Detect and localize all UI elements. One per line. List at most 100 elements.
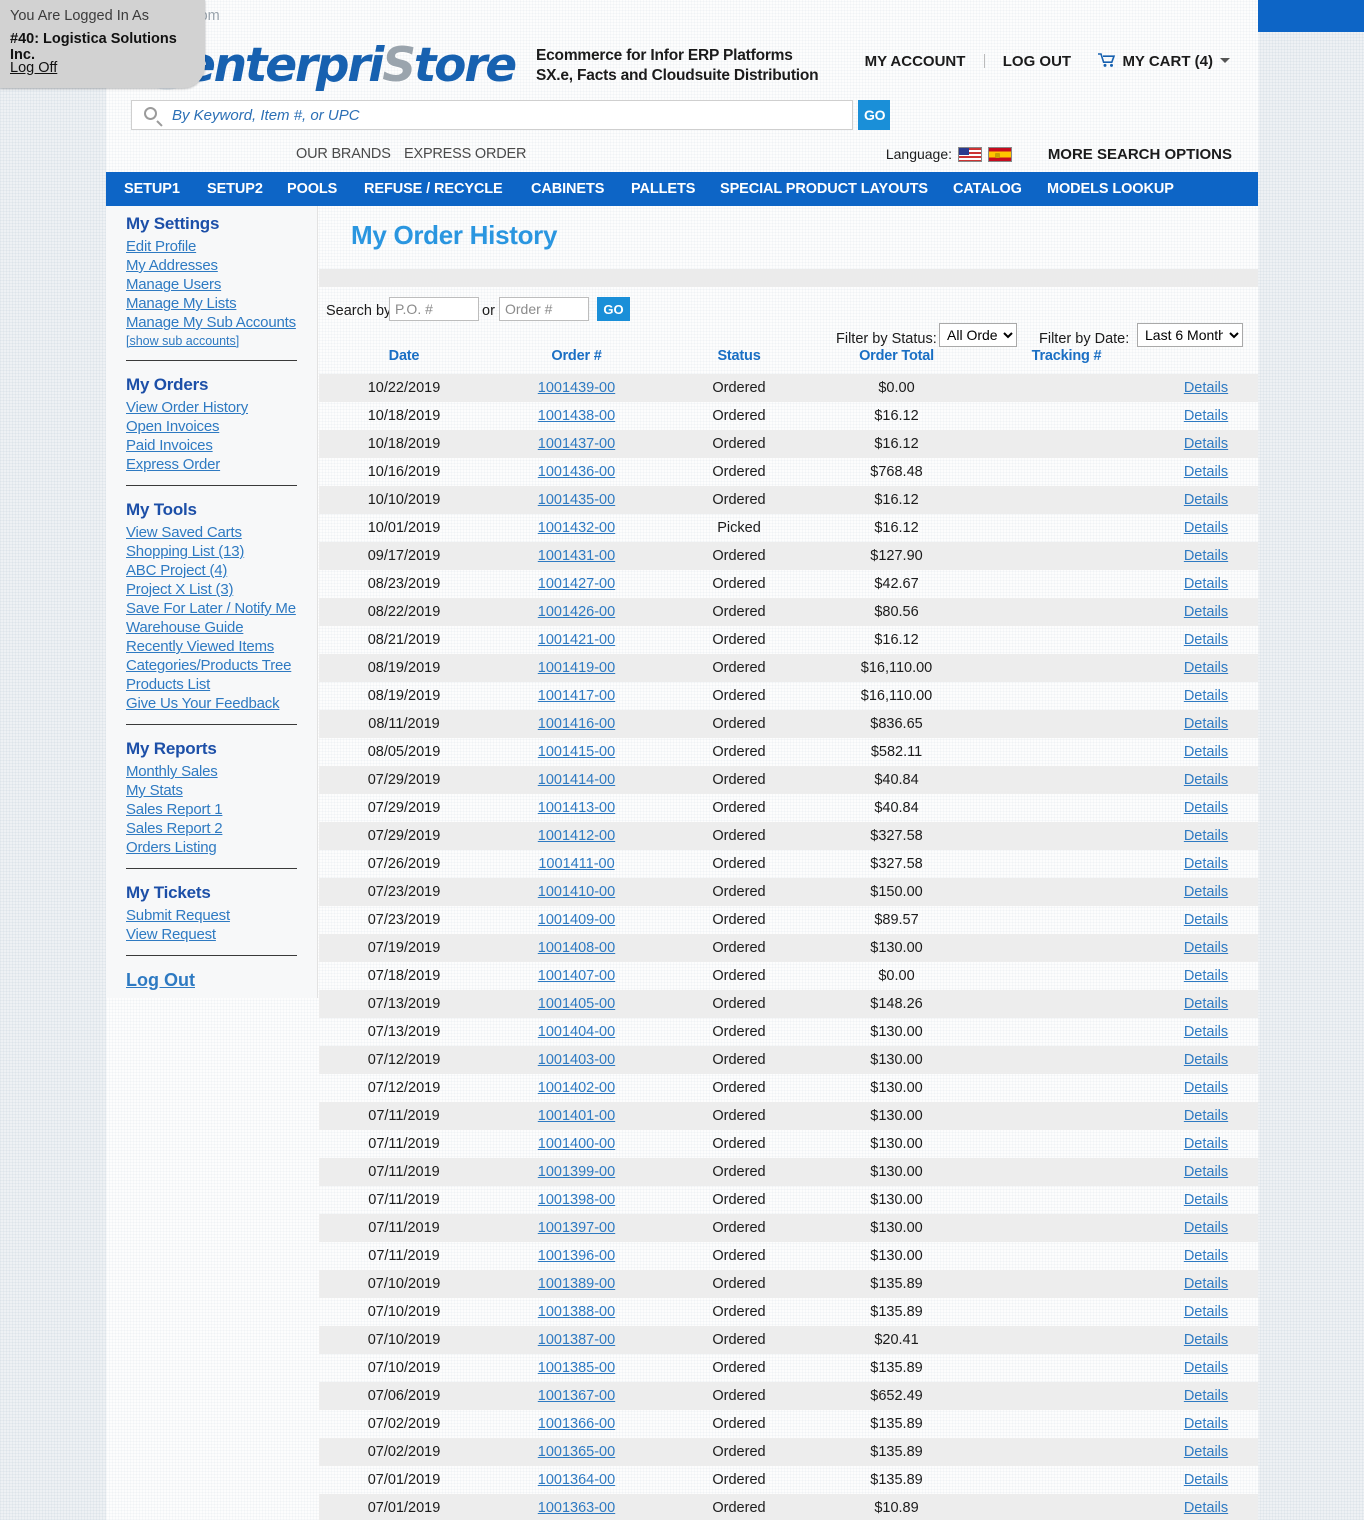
order-number-link[interactable]: 1001414-00 bbox=[538, 772, 615, 788]
sidebar-item-express-order[interactable]: Express Order bbox=[126, 456, 317, 473]
sidebar-item-products-list[interactable]: Products List bbox=[126, 676, 317, 693]
flag-es-icon[interactable] bbox=[988, 147, 1013, 162]
order-number-link[interactable]: 1001431-00 bbox=[538, 548, 615, 564]
order-number-link[interactable]: 1001366-00 bbox=[538, 1416, 615, 1432]
details-link[interactable]: Details bbox=[1184, 688, 1228, 704]
order-number-link[interactable]: 1001364-00 bbox=[538, 1472, 615, 1488]
order-number-link[interactable]: 1001416-00 bbox=[538, 716, 615, 732]
column-header-order[interactable]: Order # bbox=[489, 343, 664, 374]
nav-item-catalog[interactable]: CATALOG bbox=[953, 181, 1022, 197]
sidebar-item-warehouse-guide[interactable]: Warehouse Guide bbox=[126, 619, 317, 636]
sidebar-logout-link[interactable]: Log Out bbox=[126, 970, 317, 991]
details-link[interactable]: Details bbox=[1184, 1220, 1228, 1236]
nav-item-setup2[interactable]: SETUP2 bbox=[207, 181, 263, 197]
order-number-input[interactable] bbox=[499, 297, 589, 321]
details-link[interactable]: Details bbox=[1184, 772, 1228, 788]
order-number-link[interactable]: 1001438-00 bbox=[538, 408, 615, 424]
order-number-link[interactable]: 1001435-00 bbox=[538, 492, 615, 508]
more-search-options-link[interactable]: MORE SEARCH OPTIONS bbox=[1048, 146, 1232, 163]
order-number-link[interactable]: 1001408-00 bbox=[538, 940, 615, 956]
details-link[interactable]: Details bbox=[1184, 1472, 1228, 1488]
order-number-link[interactable]: 1001387-00 bbox=[538, 1332, 615, 1348]
order-number-link[interactable]: 1001412-00 bbox=[538, 828, 615, 844]
column-header-total[interactable]: Order Total bbox=[814, 343, 979, 374]
details-link[interactable]: Details bbox=[1184, 436, 1228, 452]
search-box[interactable] bbox=[131, 100, 853, 130]
sidebar-item-submit-request[interactable]: Submit Request bbox=[126, 907, 317, 924]
sidebar-item-paid-invoices[interactable]: Paid Invoices bbox=[126, 437, 317, 454]
details-link[interactable]: Details bbox=[1184, 1080, 1228, 1096]
order-number-link[interactable]: 1001388-00 bbox=[538, 1304, 615, 1320]
my-account-link[interactable]: MY ACCOUNT bbox=[865, 53, 966, 70]
flag-us-icon[interactable] bbox=[958, 147, 983, 162]
sidebar-item-manage-users[interactable]: Manage Users bbox=[126, 276, 317, 293]
details-link[interactable]: Details bbox=[1184, 1248, 1228, 1264]
details-link[interactable]: Details bbox=[1184, 1332, 1228, 1348]
order-number-link[interactable]: 1001417-00 bbox=[538, 688, 615, 704]
sidebar-item-project-x-list[interactable]: Project X List (3) bbox=[126, 581, 317, 598]
nav-item-setup1[interactable]: SETUP1 bbox=[124, 181, 180, 197]
search-input[interactable] bbox=[170, 101, 848, 129]
order-number-link[interactable]: 1001409-00 bbox=[538, 912, 615, 928]
sidebar-item-orders-listing[interactable]: Orders Listing bbox=[126, 839, 317, 856]
our-brands-link[interactable]: OUR BRANDS bbox=[296, 146, 391, 162]
details-link[interactable]: Details bbox=[1184, 1500, 1228, 1516]
nav-item-cabinets[interactable]: CABINETS bbox=[531, 181, 604, 197]
details-link[interactable]: Details bbox=[1184, 1024, 1228, 1040]
details-link[interactable]: Details bbox=[1184, 1304, 1228, 1320]
details-link[interactable]: Details bbox=[1184, 604, 1228, 620]
details-link[interactable]: Details bbox=[1184, 660, 1228, 676]
details-link[interactable]: Details bbox=[1184, 408, 1228, 424]
sidebar-item-shopping-list[interactable]: Shopping List (13) bbox=[126, 543, 317, 560]
sidebar-item-manage-my-sub-accounts[interactable]: Manage My Sub Accounts bbox=[126, 314, 317, 331]
order-number-link[interactable]: 1001398-00 bbox=[538, 1192, 615, 1208]
order-number-link[interactable]: 1001402-00 bbox=[538, 1080, 615, 1096]
order-number-link[interactable]: 1001415-00 bbox=[538, 744, 615, 760]
sidebar-item-categories-products-tree[interactable]: Categories/Products Tree bbox=[126, 657, 317, 674]
order-number-link[interactable]: 1001403-00 bbox=[538, 1052, 615, 1068]
sidebar-item-save-for-later[interactable]: Save For Later / Notify Me bbox=[126, 600, 317, 617]
order-number-link[interactable]: 1001396-00 bbox=[538, 1248, 615, 1264]
order-number-link[interactable]: 1001419-00 bbox=[538, 660, 615, 676]
order-number-link[interactable]: 1001426-00 bbox=[538, 604, 615, 620]
chevron-down-icon[interactable] bbox=[1220, 58, 1230, 63]
nav-item-models-lookup[interactable]: MODELS LOOKUP bbox=[1047, 181, 1174, 197]
site-logo[interactable]: enterpriStore bbox=[184, 38, 517, 93]
nav-item-pallets[interactable]: PALLETS bbox=[631, 181, 695, 197]
details-link[interactable]: Details bbox=[1184, 1136, 1228, 1152]
order-number-link[interactable]: 1001401-00 bbox=[538, 1108, 615, 1124]
details-link[interactable]: Details bbox=[1184, 464, 1228, 480]
order-number-link[interactable]: 1001407-00 bbox=[538, 968, 615, 984]
sidebar-item-monthly-sales[interactable]: Monthly Sales bbox=[126, 763, 317, 780]
order-number-link[interactable]: 1001437-00 bbox=[538, 436, 615, 452]
order-number-link[interactable]: 1001404-00 bbox=[538, 1024, 615, 1040]
column-header-status[interactable]: Status bbox=[664, 343, 814, 374]
search-go-button[interactable]: GO bbox=[858, 100, 890, 130]
order-number-link[interactable]: 1001427-00 bbox=[538, 576, 615, 592]
log-out-link[interactable]: LOG OUT bbox=[1003, 53, 1071, 70]
details-link[interactable]: Details bbox=[1184, 548, 1228, 564]
express-order-link[interactable]: EXPRESS ORDER bbox=[404, 146, 526, 162]
order-number-link[interactable]: 1001410-00 bbox=[538, 884, 615, 900]
details-link[interactable]: Details bbox=[1184, 1388, 1228, 1404]
details-link[interactable]: Details bbox=[1184, 1444, 1228, 1460]
nav-item-pools[interactable]: POOLS bbox=[287, 181, 337, 197]
details-link[interactable]: Details bbox=[1184, 492, 1228, 508]
order-number-link[interactable]: 1001436-00 bbox=[538, 464, 615, 480]
details-link[interactable]: Details bbox=[1184, 1416, 1228, 1432]
sidebar-item-view-saved-carts[interactable]: View Saved Carts bbox=[126, 524, 317, 541]
order-number-link[interactable]: 1001399-00 bbox=[538, 1164, 615, 1180]
details-link[interactable]: Details bbox=[1184, 576, 1228, 592]
order-number-link[interactable]: 1001365-00 bbox=[538, 1444, 615, 1460]
details-link[interactable]: Details bbox=[1184, 828, 1228, 844]
order-number-link[interactable]: 1001411-00 bbox=[538, 856, 614, 872]
order-number-link[interactable]: 1001397-00 bbox=[538, 1220, 615, 1236]
orders-go-button[interactable]: GO bbox=[597, 297, 630, 321]
sidebar-item-view-request[interactable]: View Request bbox=[126, 926, 317, 943]
sidebar-item-abc-project[interactable]: ABC Project (4) bbox=[126, 562, 317, 579]
order-number-link[interactable]: 1001367-00 bbox=[538, 1388, 615, 1404]
order-number-link[interactable]: 1001400-00 bbox=[538, 1136, 615, 1152]
details-link[interactable]: Details bbox=[1184, 1052, 1228, 1068]
details-link[interactable]: Details bbox=[1184, 856, 1228, 872]
order-number-link[interactable]: 1001421-00 bbox=[538, 632, 615, 648]
